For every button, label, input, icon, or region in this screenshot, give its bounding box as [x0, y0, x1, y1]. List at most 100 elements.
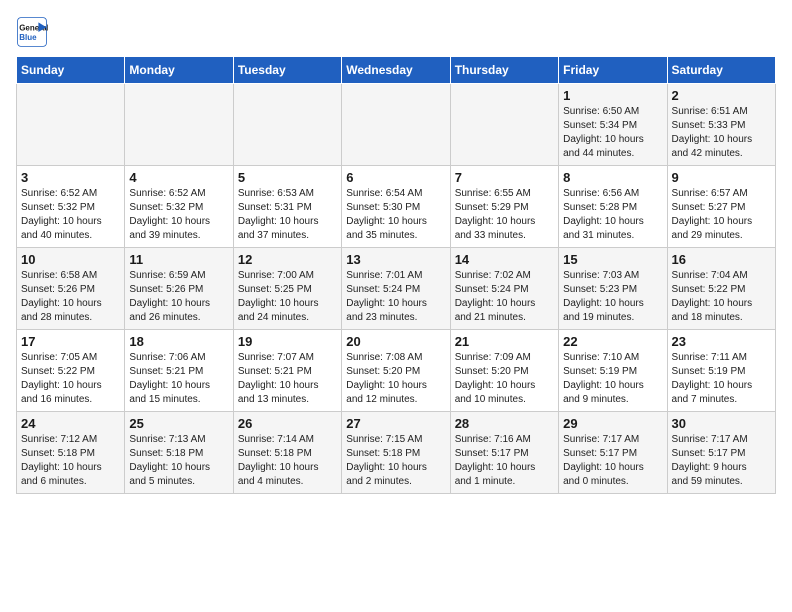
calendar-cell: 23Sunrise: 7:11 AM Sunset: 5:19 PM Dayli…	[667, 330, 775, 412]
weekday-header-row: SundayMondayTuesdayWednesdayThursdayFrid…	[17, 57, 776, 84]
calendar-cell: 6Sunrise: 6:54 AM Sunset: 5:30 PM Daylig…	[342, 166, 450, 248]
day-number: 30	[672, 416, 771, 431]
calendar-cell	[450, 84, 558, 166]
calendar-cell: 9Sunrise: 6:57 AM Sunset: 5:27 PM Daylig…	[667, 166, 775, 248]
day-info: Sunrise: 7:17 AM Sunset: 5:17 PM Dayligh…	[563, 433, 662, 489]
day-number: 2	[672, 88, 771, 103]
calendar-cell	[125, 84, 233, 166]
calendar-cell: 26 Sunrise: 7:14 AM Sunset: 5:18 PM Dayli…	[233, 412, 341, 494]
week-row-2: 3 Sunrise: 6:52 AM Sunset: 5:32 PM Daylig…	[17, 166, 776, 248]
calendar-cell: 8 Sunrise: 6:56 AM Sunset: 5:28 PM Daylig…	[559, 166, 667, 248]
day-info: Sunrise: 6:56 AM Sunset: 5:28 PM Dayligh…	[563, 187, 662, 243]
calendar-cell	[17, 84, 125, 166]
day-info: Sunrise: 7:14 AM Sunset: 5:18 PM Dayligh…	[238, 433, 337, 489]
day-number: 4	[129, 170, 228, 185]
day-number: 14	[455, 252, 554, 267]
calendar-cell: 19 Sunrise: 7:07 AM Sunset: 5:21 PM Dayli…	[233, 330, 341, 412]
day-info: Sunrise: 7:04 AM Sunset: 5:22 PM Dayligh…	[672, 269, 771, 325]
day-info: Sunrise: 7:06 AM Sunset: 5:21 PM Dayligh…	[129, 351, 228, 407]
calendar-cell	[233, 84, 341, 166]
calendar-cell: 7 Sunrise: 6:55 AM Sunset: 5:29 PM Daylig…	[450, 166, 558, 248]
calendar-cell: 2 Sunrise: 6:51 AM Sunset: 5:33 PM Daylig…	[667, 84, 775, 166]
calendar-cell	[342, 84, 450, 166]
calendar-cell: 22Sunrise: 7:10 AM Sunset: 5:19 PM Dayli…	[559, 330, 667, 412]
calendar-cell: 10Sunrise: 6:58 AM Sunset: 5:26 PM Dayli…	[17, 248, 125, 330]
day-info: Sunrise: 7:17 AM Sunset: 5:17 PM Dayligh…	[672, 433, 771, 489]
day-number: 5	[238, 170, 337, 185]
calendar-cell: 5 Sunrise: 6:53 AM Sunset: 5:31 PM Daylig…	[233, 166, 341, 248]
weekday-saturday: Saturday	[667, 57, 775, 84]
day-info: Sunrise: 6:57 AM Sunset: 5:27 PM Dayligh…	[672, 187, 771, 243]
day-number: 18	[129, 334, 228, 349]
day-number: 21	[455, 334, 554, 349]
day-number: 27	[346, 416, 445, 431]
day-number: 22	[563, 334, 662, 349]
weekday-tuesday: Tuesday	[233, 57, 341, 84]
weekday-thursday: Thursday	[450, 57, 558, 84]
calendar-table: SundayMondayTuesdayWednesdayThursdayFrid…	[16, 56, 776, 494]
day-number: 24	[21, 416, 120, 431]
day-number: 13	[346, 252, 445, 267]
calendar-cell: 4 Sunrise: 6:52 AM Sunset: 5:32 PM Daylig…	[125, 166, 233, 248]
day-info: Sunrise: 6:59 AM Sunset: 5:26 PM Dayligh…	[129, 269, 228, 325]
day-info: Sunrise: 6:52 AM Sunset: 5:32 PM Dayligh…	[129, 187, 228, 243]
day-number: 15	[563, 252, 662, 267]
day-number: 29	[563, 416, 662, 431]
day-info: Sunrise: 7:02 AM Sunset: 5:24 PM Dayligh…	[455, 269, 554, 325]
day-number: 3	[21, 170, 120, 185]
weekday-friday: Friday	[559, 57, 667, 84]
day-number: 17	[21, 334, 120, 349]
week-row-4: 17 Sunrise: 7:05 AM Sunset: 5:22 PM Dayli…	[17, 330, 776, 412]
day-info: Sunrise: 7:12 AM Sunset: 5:18 PM Dayligh…	[21, 433, 120, 489]
day-info: Sunrise: 7:16 AM Sunset: 5:17 PM Dayligh…	[455, 433, 554, 489]
day-number: 25	[129, 416, 228, 431]
day-number: 12	[238, 252, 337, 267]
day-info: Sunrise: 7:15 AM Sunset: 5:18 PM Dayligh…	[346, 433, 445, 489]
day-info: Sunrise: 7:07 AM Sunset: 5:21 PM Dayligh…	[238, 351, 337, 407]
weekday-wednesday: Wednesday	[342, 57, 450, 84]
day-number: 7	[455, 170, 554, 185]
day-info: Sunrise: 6:52 AM Sunset: 5:32 PM Dayligh…	[21, 187, 120, 243]
day-info: Sunrise: 6:51 AM Sunset: 5:33 PM Dayligh…	[672, 105, 771, 161]
week-row-1: 1Sunrise: 6:50 AM Sunset: 5:34 PM Daylig…	[17, 84, 776, 166]
day-info: Sunrise: 7:01 AM Sunset: 5:24 PM Dayligh…	[346, 269, 445, 325]
calendar-cell: 20Sunrise: 7:08 AM Sunset: 5:20 PM Dayli…	[342, 330, 450, 412]
day-number: 16	[672, 252, 771, 267]
calendar-body: 1Sunrise: 6:50 AM Sunset: 5:34 PM Daylig…	[17, 84, 776, 494]
day-info: Sunrise: 6:50 AM Sunset: 5:34 PM Dayligh…	[563, 105, 662, 161]
day-info: Sunrise: 7:00 AM Sunset: 5:25 PM Dayligh…	[238, 269, 337, 325]
calendar-cell: 13 Sunrise: 7:01 AM Sunset: 5:24 PM Dayli…	[342, 248, 450, 330]
week-row-5: 24 Sunrise: 7:12 AM Sunset: 5:18 PM Dayli…	[17, 412, 776, 494]
calendar-cell: 17 Sunrise: 7:05 AM Sunset: 5:22 PM Dayli…	[17, 330, 125, 412]
calendar-cell: 18 Sunrise: 7:06 AM Sunset: 5:21 PM Dayli…	[125, 330, 233, 412]
day-number: 28	[455, 416, 554, 431]
day-number: 8	[563, 170, 662, 185]
logo: General Blue	[16, 16, 52, 48]
calendar-cell: 29 Sunrise: 7:17 AM Sunset: 5:17 PM Dayli…	[559, 412, 667, 494]
calendar-cell: 12 Sunrise: 7:00 AM Sunset: 5:25 PM Dayli…	[233, 248, 341, 330]
svg-text:Blue: Blue	[19, 33, 37, 42]
calendar-cell: 27 Sunrise: 7:15 AM Sunset: 5:18 PM Dayli…	[342, 412, 450, 494]
calendar-cell: 3 Sunrise: 6:52 AM Sunset: 5:32 PM Daylig…	[17, 166, 125, 248]
day-number: 6	[346, 170, 445, 185]
calendar-cell: 11Sunrise: 6:59 AM Sunset: 5:26 PM Dayli…	[125, 248, 233, 330]
calendar-cell: 15Sunrise: 7:03 AM Sunset: 5:23 PM Dayli…	[559, 248, 667, 330]
calendar-cell: 24 Sunrise: 7:12 AM Sunset: 5:18 PM Dayli…	[17, 412, 125, 494]
day-info: Sunrise: 7:05 AM Sunset: 5:22 PM Dayligh…	[21, 351, 120, 407]
day-info: Sunrise: 7:11 AM Sunset: 5:19 PM Dayligh…	[672, 351, 771, 407]
day-info: Sunrise: 6:53 AM Sunset: 5:31 PM Dayligh…	[238, 187, 337, 243]
day-number: 19	[238, 334, 337, 349]
calendar-cell: 28 Sunrise: 7:16 AM Sunset: 5:17 PM Dayli…	[450, 412, 558, 494]
day-number: 26	[238, 416, 337, 431]
day-info: Sunrise: 6:58 AM Sunset: 5:26 PM Dayligh…	[21, 269, 120, 325]
day-info: Sunrise: 7:13 AM Sunset: 5:18 PM Dayligh…	[129, 433, 228, 489]
logo-icon: General Blue	[16, 16, 48, 48]
calendar-cell: 21Sunrise: 7:09 AM Sunset: 5:20 PM Dayli…	[450, 330, 558, 412]
calendar-cell: 25 Sunrise: 7:13 AM Sunset: 5:18 PM Dayli…	[125, 412, 233, 494]
week-row-3: 10Sunrise: 6:58 AM Sunset: 5:26 PM Dayli…	[17, 248, 776, 330]
calendar-cell: 1Sunrise: 6:50 AM Sunset: 5:34 PM Daylig…	[559, 84, 667, 166]
day-info: Sunrise: 7:08 AM Sunset: 5:20 PM Dayligh…	[346, 351, 445, 407]
day-info: Sunrise: 6:55 AM Sunset: 5:29 PM Dayligh…	[455, 187, 554, 243]
weekday-monday: Monday	[125, 57, 233, 84]
calendar-cell: 16 Sunrise: 7:04 AM Sunset: 5:22 PM Dayli…	[667, 248, 775, 330]
